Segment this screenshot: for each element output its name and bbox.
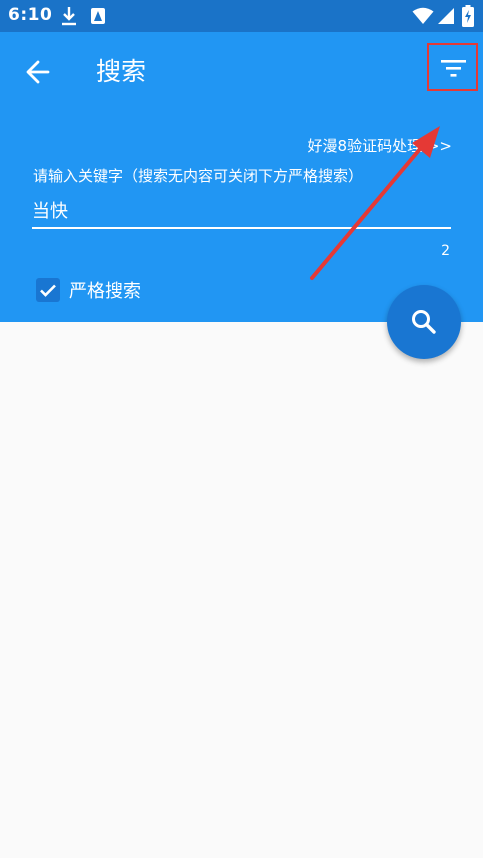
result-count: 2 — [441, 243, 450, 259]
filter-button[interactable] — [428, 45, 480, 90]
search-icon — [412, 310, 436, 334]
wifi-icon — [412, 7, 434, 24]
back-button[interactable] — [20, 54, 56, 90]
results-area — [0, 322, 483, 858]
arrow-back-icon — [26, 60, 50, 84]
search-header: 搜索 好漫8验证码处理 >> 请输入关键字（搜索无内容可关闭下方严格搜索） 2 … — [0, 32, 483, 322]
status-bar: 6:10 — [0, 0, 483, 32]
checkmark-icon — [40, 284, 56, 297]
filter-icon — [441, 60, 466, 77]
captcha-help-link[interactable]: 好漫8验证码处理 >> — [308, 135, 452, 156]
search-input[interactable] — [32, 193, 451, 229]
status-time: 6:10 — [8, 5, 53, 25]
battery-charging-icon — [462, 5, 474, 27]
strict-search-label[interactable]: 严格搜索 — [69, 277, 141, 303]
download-icon — [62, 7, 76, 26]
strict-search-checkbox[interactable] — [36, 278, 60, 302]
page-title: 搜索 — [96, 57, 147, 86]
cellular-signal-icon — [438, 8, 454, 24]
app-notification-icon — [91, 8, 105, 24]
search-field-label: 请输入关键字（搜索无内容可关闭下方严格搜索） — [33, 167, 364, 185]
search-fab-button[interactable] — [387, 285, 461, 359]
